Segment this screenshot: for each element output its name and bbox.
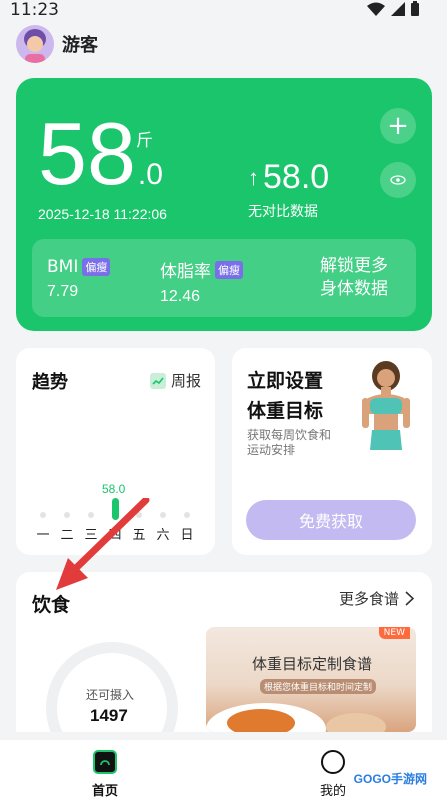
body-fat-value: 12.46 [160,288,201,305]
recipe-subtitle: 根据您体重目标和时间定制 [260,679,377,694]
goal-title-line1: 立即设置 [247,370,324,392]
compare-label: 无对比数据 [248,204,318,220]
compare-value: 58.0 [263,158,330,196]
bmi-badge: 偏瘦 [82,258,111,276]
unlock-line2: 身体数据 [320,279,388,299]
up-arrow-icon: ↑ [248,164,259,190]
home-icon [93,750,117,774]
avatar[interactable] [16,25,54,63]
weight-card[interactable]: 58 .0 斤 2025-12-18 11:22:06 ↑ 58.0 无对比数据… [16,78,432,331]
new-badge: NEW [378,627,410,639]
username: 游客 [62,35,98,56]
signal-icon [391,1,405,16]
day-dot [160,512,166,518]
current-weight: 58 .0 [38,104,163,203]
trend-title: 趋势 [32,372,68,393]
tab-mine-label: 我的 [320,784,347,799]
day-label: 日 [180,528,194,543]
wifi-icon [367,2,385,16]
goal-card[interactable]: 立即设置 体重目标 获取每周饮食和 运动安排 免费获取 [232,348,432,555]
profile-icon [321,750,345,774]
remain-label: 还可摄入 [86,688,135,702]
bar-value-label: 58.0 [102,482,126,496]
more-recipes-label: 更多食谱 [338,590,399,608]
chart-icon [149,372,166,389]
goal-subtitle: 获取每周饮食和 运动安排 [247,428,331,458]
weight-decimal: .0 [137,158,163,191]
battery-icon [411,1,419,16]
eye-icon [390,175,406,185]
day-label: 六 [156,528,170,543]
toggle-visibility-button[interactable] [380,162,416,198]
goal-sub-line2: 运动安排 [247,443,296,457]
status-time: 11:23 [10,0,59,20]
weekly-label: 周报 [170,372,201,390]
body-fat-badge: 偏瘦 [215,260,243,279]
day-dot [40,512,46,518]
weight-date: 2025-12-18 11:22:06 [38,206,167,222]
diet-card[interactable]: 饮食 更多食谱 还可摄入 1497 NEW 体重目标定制食谱 根据您体重目标和时… [16,572,432,732]
weekly-report-link[interactable]: 周报 [149,370,201,391]
add-record-button[interactable]: + [380,108,416,144]
food-plate-image [206,703,386,732]
recipe-title: 体重目标定制食谱 [252,655,373,673]
status-icons [367,1,419,16]
day-label: 一 [36,528,50,543]
plus-icon: + [387,111,409,141]
pointer-arrow-icon [56,498,150,590]
weight-integer: 58 [38,104,136,203]
remain-value: 1497 [90,706,128,725]
compare-block: ↑ 58.0 无对比数据 [248,158,329,221]
bmi-label: BMI [47,257,79,277]
status-bar: 11:23 [0,0,447,22]
watermark-logo: GOGO手游网 [353,772,427,786]
body-fat-label: 体脂率 [160,262,211,282]
avatar-icon [16,25,54,63]
more-recipes-link[interactable]: 更多食谱 [339,588,414,609]
goal-sub-line1: 获取每周饮食和 [247,428,332,442]
goal-title-line2: 体重目标 [247,400,324,422]
tab-mine[interactable]: 我的 [320,750,346,799]
free-get-button[interactable]: 免费获取 [246,500,416,540]
bottom-tab-bar: 首页 我的 GOGO手游网 [0,740,447,801]
bmi-metric: BMI 偏瘦 7.79 [47,257,111,301]
tab-home[interactable]: 首页 [92,750,118,799]
user-header[interactable]: 游客 [16,24,98,64]
chevron-right-icon [405,591,414,606]
tab-home-label: 首页 [92,784,119,799]
weight-unit: 斤 [136,131,153,151]
day-dot [184,512,190,518]
goal-title: 立即设置 体重目标 [247,366,323,426]
unlock-line1: 解锁更多 [320,256,388,276]
body-metrics[interactable]: BMI 偏瘦 7.79 体脂率 偏瘦 12.46 解锁更多 身体数据 [32,239,416,317]
bmi-value: 7.79 [47,283,79,300]
unlock-more-data[interactable]: 解锁更多 身体数据 [320,255,388,301]
diet-title: 饮食 [32,594,71,616]
fitness-woman-illustration [362,361,410,450]
body-fat-metric: 体脂率 偏瘦 12.46 [160,257,243,306]
custom-recipe-banner[interactable]: NEW 体重目标定制食谱 根据您体重目标和时间定制 [206,627,416,732]
